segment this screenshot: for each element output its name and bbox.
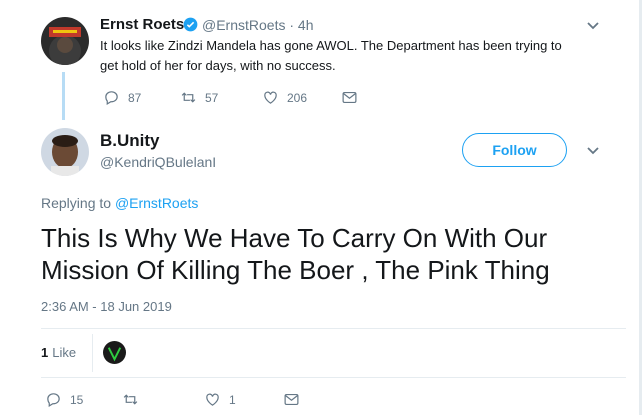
reply-handle[interactable]: @KendriQBulelanI <box>100 154 216 170</box>
reply-reply-count: 15 <box>70 392 84 407</box>
reply-like-count: 1 <box>229 392 236 407</box>
chevron-down-icon[interactable] <box>586 21 600 31</box>
likes-divider <box>92 334 93 372</box>
replying-to-handle-link[interactable]: @ErnstRoets <box>115 195 198 211</box>
b-unity-avatar[interactable] <box>41 128 89 176</box>
thread-line <box>62 72 65 120</box>
message-icon <box>342 91 357 104</box>
like-label: Like <box>52 345 77 360</box>
original-tweet-text: It looks like Zindzi Mandela has gone AW… <box>100 38 562 73</box>
original-like-count: 206 <box>287 90 308 105</box>
original-display-name[interactable]: Ernst Roets <box>100 16 184 33</box>
original-dm-action[interactable] <box>341 89 358 106</box>
like-count-total: 1 <box>41 345 49 360</box>
reply-reply-action[interactable]: 15 <box>45 391 83 408</box>
likes-summary[interactable]: 1 Like <box>41 345 76 360</box>
reply-retweet-action[interactable] <box>122 391 147 408</box>
reply-icon <box>105 91 118 105</box>
verified-icon <box>183 17 198 32</box>
original-like-action[interactable]: 206 <box>262 89 307 106</box>
reply-display-name[interactable]: B.Unity <box>100 131 160 151</box>
reply-icon <box>47 393 60 407</box>
original-reply-action[interactable]: 87 <box>103 89 141 106</box>
reply-tweet-text: This Is Why We Have To Carry On With Our… <box>41 223 550 285</box>
original-reply-count: 87 <box>128 90 142 105</box>
replying-to-prefix: Replying to <box>41 195 112 211</box>
follow-button[interactable]: Follow <box>462 133 567 167</box>
divider-top <box>41 328 626 329</box>
chevron-down-icon[interactable] <box>586 146 600 156</box>
heart-icon <box>206 393 219 406</box>
retweet-icon <box>181 92 196 103</box>
replying-to: Replying to @ErnstRoets <box>41 195 198 211</box>
divider-bottom <box>41 377 626 378</box>
reply-timestamp[interactable]: 2:36 AM - 18 Jun 2019 <box>41 299 172 314</box>
original-handle-time[interactable]: @ErnstRoets · 4h <box>202 17 313 33</box>
message-icon <box>284 393 299 406</box>
original-retweet-count: 57 <box>205 90 219 105</box>
heart-icon <box>264 91 277 104</box>
original-retweet-action[interactable]: 57 <box>180 89 218 106</box>
liker-avatar[interactable] <box>103 341 126 364</box>
reply-like-action[interactable]: 1 <box>204 391 236 408</box>
ernst-roets-avatar[interactable] <box>41 17 89 65</box>
retweet-icon <box>123 394 138 405</box>
reply-dm-action[interactable] <box>283 391 300 408</box>
